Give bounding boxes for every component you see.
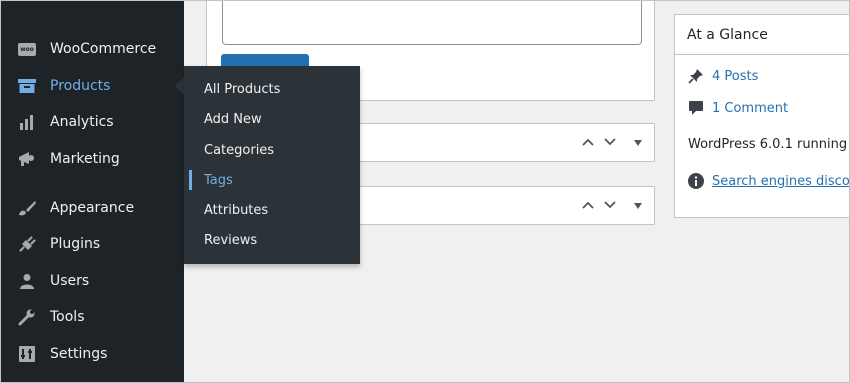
sidebar-item-label: Marketing — [50, 151, 120, 167]
pin-icon — [688, 68, 704, 84]
megaphone-icon — [17, 149, 37, 169]
toggle-panel-icon[interactable] — [634, 135, 642, 150]
widget-controls — [582, 124, 642, 161]
sidebar-item-users[interactable]: Users — [1, 264, 184, 298]
move-up-icon[interactable] — [582, 135, 594, 150]
version-text: WordPress 6.0.1 running — [688, 137, 848, 152]
sidebar-item-settings[interactable]: Settings — [1, 337, 184, 371]
move-down-icon[interactable] — [604, 135, 616, 150]
sidebar-item-marketing[interactable]: Marketing — [1, 142, 184, 176]
sidebar-item-label: Tools — [50, 309, 85, 325]
plug-icon — [17, 234, 37, 254]
wp-admin-dashboard: woo WooCommerce Products Analytics Marke… — [0, 0, 850, 383]
products-submenu-flyout: All Products Add New Categories Tags Att… — [184, 66, 360, 264]
sidebar-item-appearance[interactable]: Appearance — [1, 191, 184, 225]
move-down-icon[interactable] — [604, 198, 616, 213]
sidebar-item-label: WooCommerce — [50, 41, 157, 57]
posts-count-row: 4 Posts — [688, 68, 758, 84]
sidebar-item-label: Analytics — [50, 114, 114, 130]
submenu-item-add-new[interactable]: Add New — [184, 104, 360, 134]
submenu-item-all-products[interactable]: All Products — [184, 74, 360, 104]
submenu-item-categories[interactable]: Categories — [184, 135, 360, 165]
info-icon — [688, 173, 704, 189]
submenu-item-attributes[interactable]: Attributes — [184, 195, 360, 225]
products-icon — [17, 76, 37, 96]
submenu-item-reviews[interactable]: Reviews — [184, 225, 360, 255]
sidebar-item-plugins[interactable]: Plugins — [1, 227, 184, 261]
woocommerce-icon: woo — [17, 39, 37, 59]
sidebar-item-label: Users — [50, 273, 90, 289]
sidebar-item-woocommerce[interactable]: woo WooCommerce — [1, 32, 184, 66]
search-engines-notice: Search engines disco — [688, 173, 849, 189]
widget-controls — [582, 187, 642, 224]
comment-icon — [688, 100, 704, 116]
sidebar-item-products[interactable]: Products — [1, 69, 184, 103]
move-up-icon[interactable] — [582, 198, 594, 213]
wrench-icon — [17, 307, 37, 327]
wordpress-version-text: WordPress 6.0.1 running — [688, 137, 847, 152]
settings-icon — [17, 344, 37, 364]
admin-sidebar: woo WooCommerce Products Analytics Marke… — [1, 1, 184, 382]
analytics-icon — [17, 112, 37, 132]
posts-link[interactable]: 4 Posts — [712, 69, 758, 84]
comments-link[interactable]: 1 Comment — [712, 101, 788, 116]
sidebar-item-label: Settings — [50, 346, 108, 362]
panel-title: At a Glance — [675, 15, 849, 55]
search-engines-link[interactable]: Search engines disco — [712, 174, 849, 189]
sidebar-item-label: Plugins — [50, 236, 101, 252]
save-draft-button[interactable] — [221, 54, 309, 66]
sidebar-item-label: Appearance — [50, 200, 135, 216]
paintbrush-icon — [17, 198, 37, 218]
submenu-item-tags[interactable]: Tags — [184, 165, 360, 195]
at-a-glance-panel: At a Glance 4 Posts 1 Comment WordPress … — [674, 14, 849, 218]
sidebar-item-analytics[interactable]: Analytics — [1, 105, 184, 139]
draft-content-textarea[interactable] — [222, 1, 642, 45]
user-icon — [17, 271, 37, 291]
flyout-pointer — [175, 77, 184, 95]
sidebar-item-label: Products — [50, 78, 111, 94]
sidebar-item-tools[interactable]: Tools — [1, 300, 184, 334]
comments-count-row: 1 Comment — [688, 100, 788, 116]
toggle-panel-icon[interactable] — [634, 198, 642, 213]
